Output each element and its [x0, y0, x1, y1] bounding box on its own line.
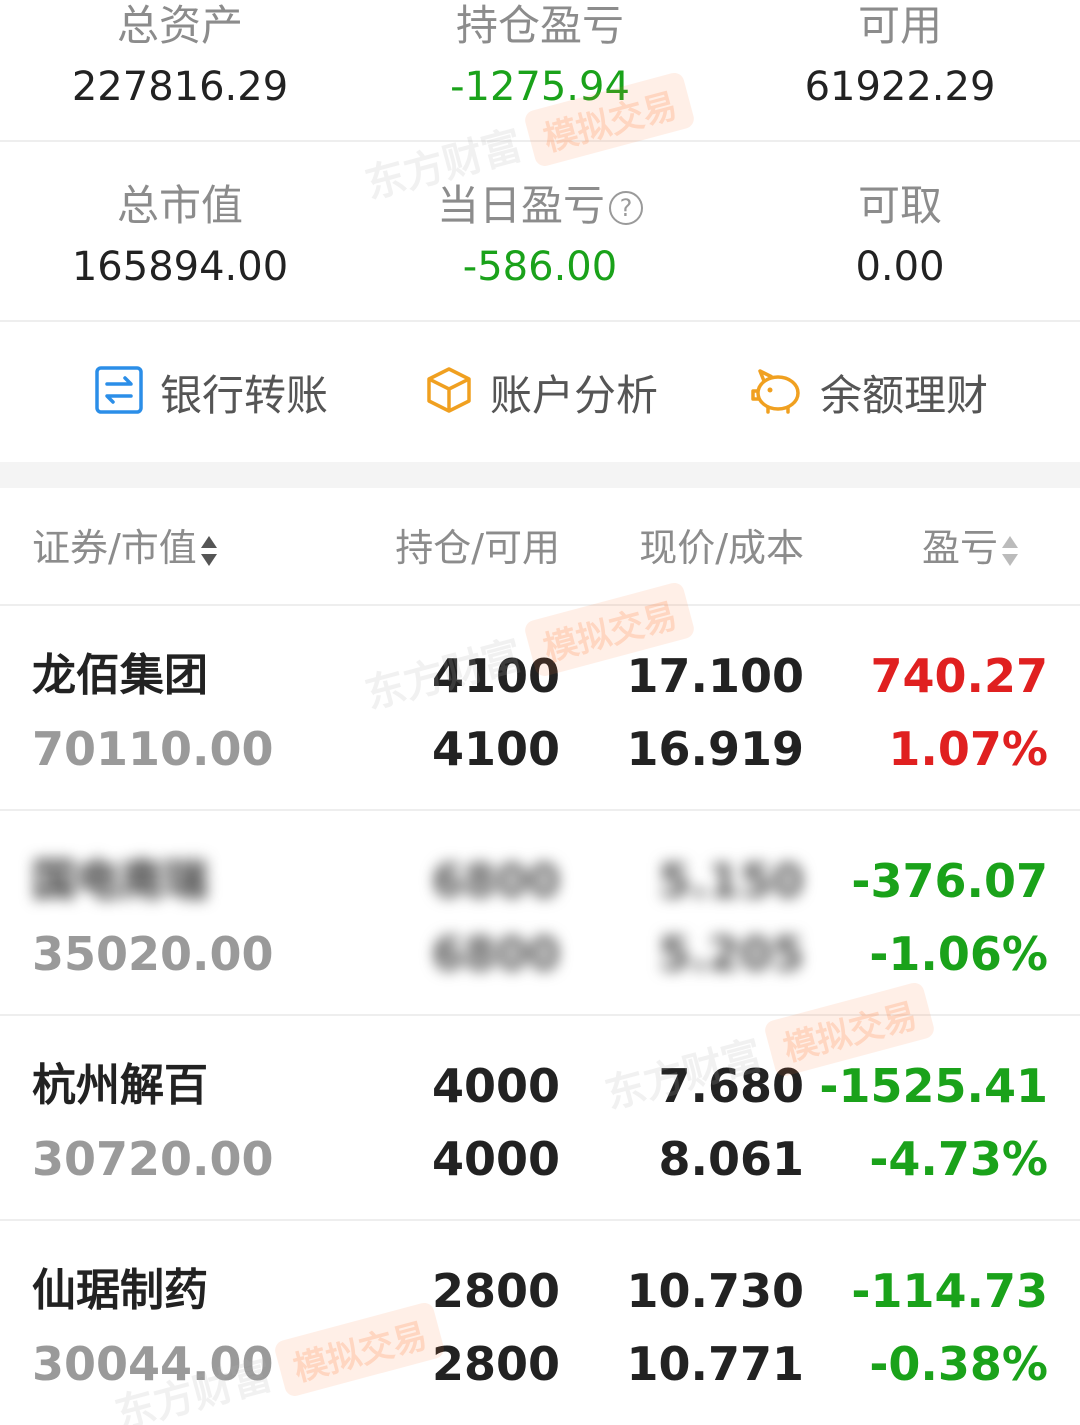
- profit-loss-pct: -0.38%: [869, 1337, 1048, 1391]
- total-market-value: 总市值 165894.00: [0, 178, 360, 294]
- available: 4000: [431, 1132, 560, 1186]
- section-divider: [0, 462, 1080, 488]
- withdrawable-value: 0.00: [855, 244, 945, 290]
- profit-loss: 740.27: [870, 649, 1048, 703]
- daily-pl: 当日盈亏? -586.00: [360, 178, 720, 294]
- profit-loss: -376.07: [851, 854, 1048, 908]
- daily-pl-label: 当日盈亏?: [360, 178, 720, 234]
- holdings-list: 龙佰集团 70110.00 4100 4100 17.100 16.919 74…: [0, 606, 1080, 1425]
- sort-arrows-icon: [1002, 534, 1018, 568]
- profit-loss: -1525.41: [819, 1059, 1048, 1113]
- current-price: 10.730: [626, 1264, 804, 1318]
- account-analysis-button[interactable]: 账户分析: [424, 362, 658, 422]
- total-assets-value: 227816.29: [71, 64, 289, 110]
- total-assets: 总资产 227816.29: [0, 0, 360, 114]
- stock-name: 国电南瑞: [32, 855, 208, 906]
- position-pl-label: 持仓盈亏: [455, 1, 624, 50]
- table-row[interactable]: 国电南瑞 35020.00 6800 6800 5.150 5.205 -376…: [0, 811, 1080, 1016]
- summary-row-1: 总资产 227816.29 持仓盈亏 -1275.94 可用 61922.29: [0, 0, 1080, 142]
- stock-name: 龙佰集团: [32, 650, 208, 701]
- stock-name: 杭州解百: [32, 1060, 208, 1111]
- table-row[interactable]: 龙佰集团 70110.00 4100 4100 17.100 16.919 74…: [0, 606, 1080, 811]
- market-value: 35020.00: [32, 927, 274, 981]
- withdrawable: 可取 0.00: [720, 178, 1080, 294]
- withdrawable-label: 可取: [857, 181, 942, 230]
- total-market-value-label: 总市值: [116, 181, 243, 230]
- profit-loss-pct: -4.73%: [869, 1132, 1048, 1186]
- available-funds-value: 61922.29: [804, 64, 996, 110]
- sort-arrows-icon: [200, 534, 217, 568]
- total-market-value-value: 165894.00: [71, 244, 289, 290]
- position: 2800: [431, 1264, 560, 1318]
- profit-loss: -114.73: [851, 1264, 1048, 1318]
- available-funds-label: 可用: [857, 1, 942, 50]
- profit-loss-pct: -1.06%: [869, 927, 1048, 981]
- summary-row-2: 总市值 165894.00 当日盈亏? -586.00 可取 0.00: [0, 142, 1080, 322]
- help-icon[interactable]: ?: [609, 191, 643, 225]
- cost-price: 10.771: [626, 1337, 804, 1391]
- quick-actions: 银行转账 账户分析 余额理财: [0, 322, 1080, 462]
- header-price: 现价/成本: [639, 526, 804, 570]
- table-row[interactable]: 杭州解百 30720.00 4000 4000 7.680 8.061 -152…: [0, 1016, 1080, 1221]
- balance-finance-label: 余额理财: [820, 370, 989, 420]
- market-value: 70110.00: [32, 722, 274, 776]
- daily-pl-value: -586.00: [462, 244, 618, 290]
- piggy-bank-icon: [750, 365, 804, 419]
- account-analysis-label: 账户分析: [490, 370, 659, 420]
- transfer-icon: [94, 365, 144, 419]
- available: 2800: [431, 1337, 560, 1391]
- header-position: 持仓/可用: [395, 526, 560, 570]
- current-price: 17.100: [626, 649, 804, 703]
- current-price: 5.150: [658, 854, 804, 908]
- position-pl-value: -1275.94: [450, 64, 630, 110]
- cost-price: 16.919: [626, 722, 804, 776]
- cost-price: 5.205: [658, 927, 804, 981]
- position-pl: 持仓盈亏 -1275.94: [360, 0, 720, 114]
- holdings-table-header: 证券/市值 持仓/可用 现价/成本 盈亏: [0, 488, 1080, 606]
- cube-icon: [424, 365, 474, 419]
- available: 6800: [431, 927, 560, 981]
- profit-loss-pct: 1.07%: [888, 722, 1048, 776]
- sort-by-market-value[interactable]: 证券/市值: [32, 524, 217, 572]
- position: 6800: [431, 854, 560, 908]
- total-assets-label: 总资产: [116, 1, 243, 50]
- bank-transfer-button[interactable]: 银行转账: [94, 362, 328, 422]
- sort-by-pl[interactable]: 盈亏: [922, 524, 1018, 572]
- table-row[interactable]: 仙琚制药 30044.00 2800 2800 10.730 10.771 -1…: [0, 1221, 1080, 1425]
- stock-name: 仙琚制药: [32, 1265, 208, 1316]
- current-price: 7.680: [658, 1059, 804, 1113]
- position: 4000: [431, 1059, 560, 1113]
- position: 4100: [431, 649, 560, 703]
- cost-price: 8.061: [658, 1132, 804, 1186]
- bank-transfer-label: 银行转账: [160, 370, 329, 420]
- balance-finance-button[interactable]: 余额理财: [750, 362, 988, 422]
- market-value: 30720.00: [32, 1132, 274, 1186]
- available-funds: 可用 61922.29: [720, 0, 1080, 114]
- market-value: 30044.00: [32, 1337, 274, 1391]
- available: 4100: [431, 722, 560, 776]
